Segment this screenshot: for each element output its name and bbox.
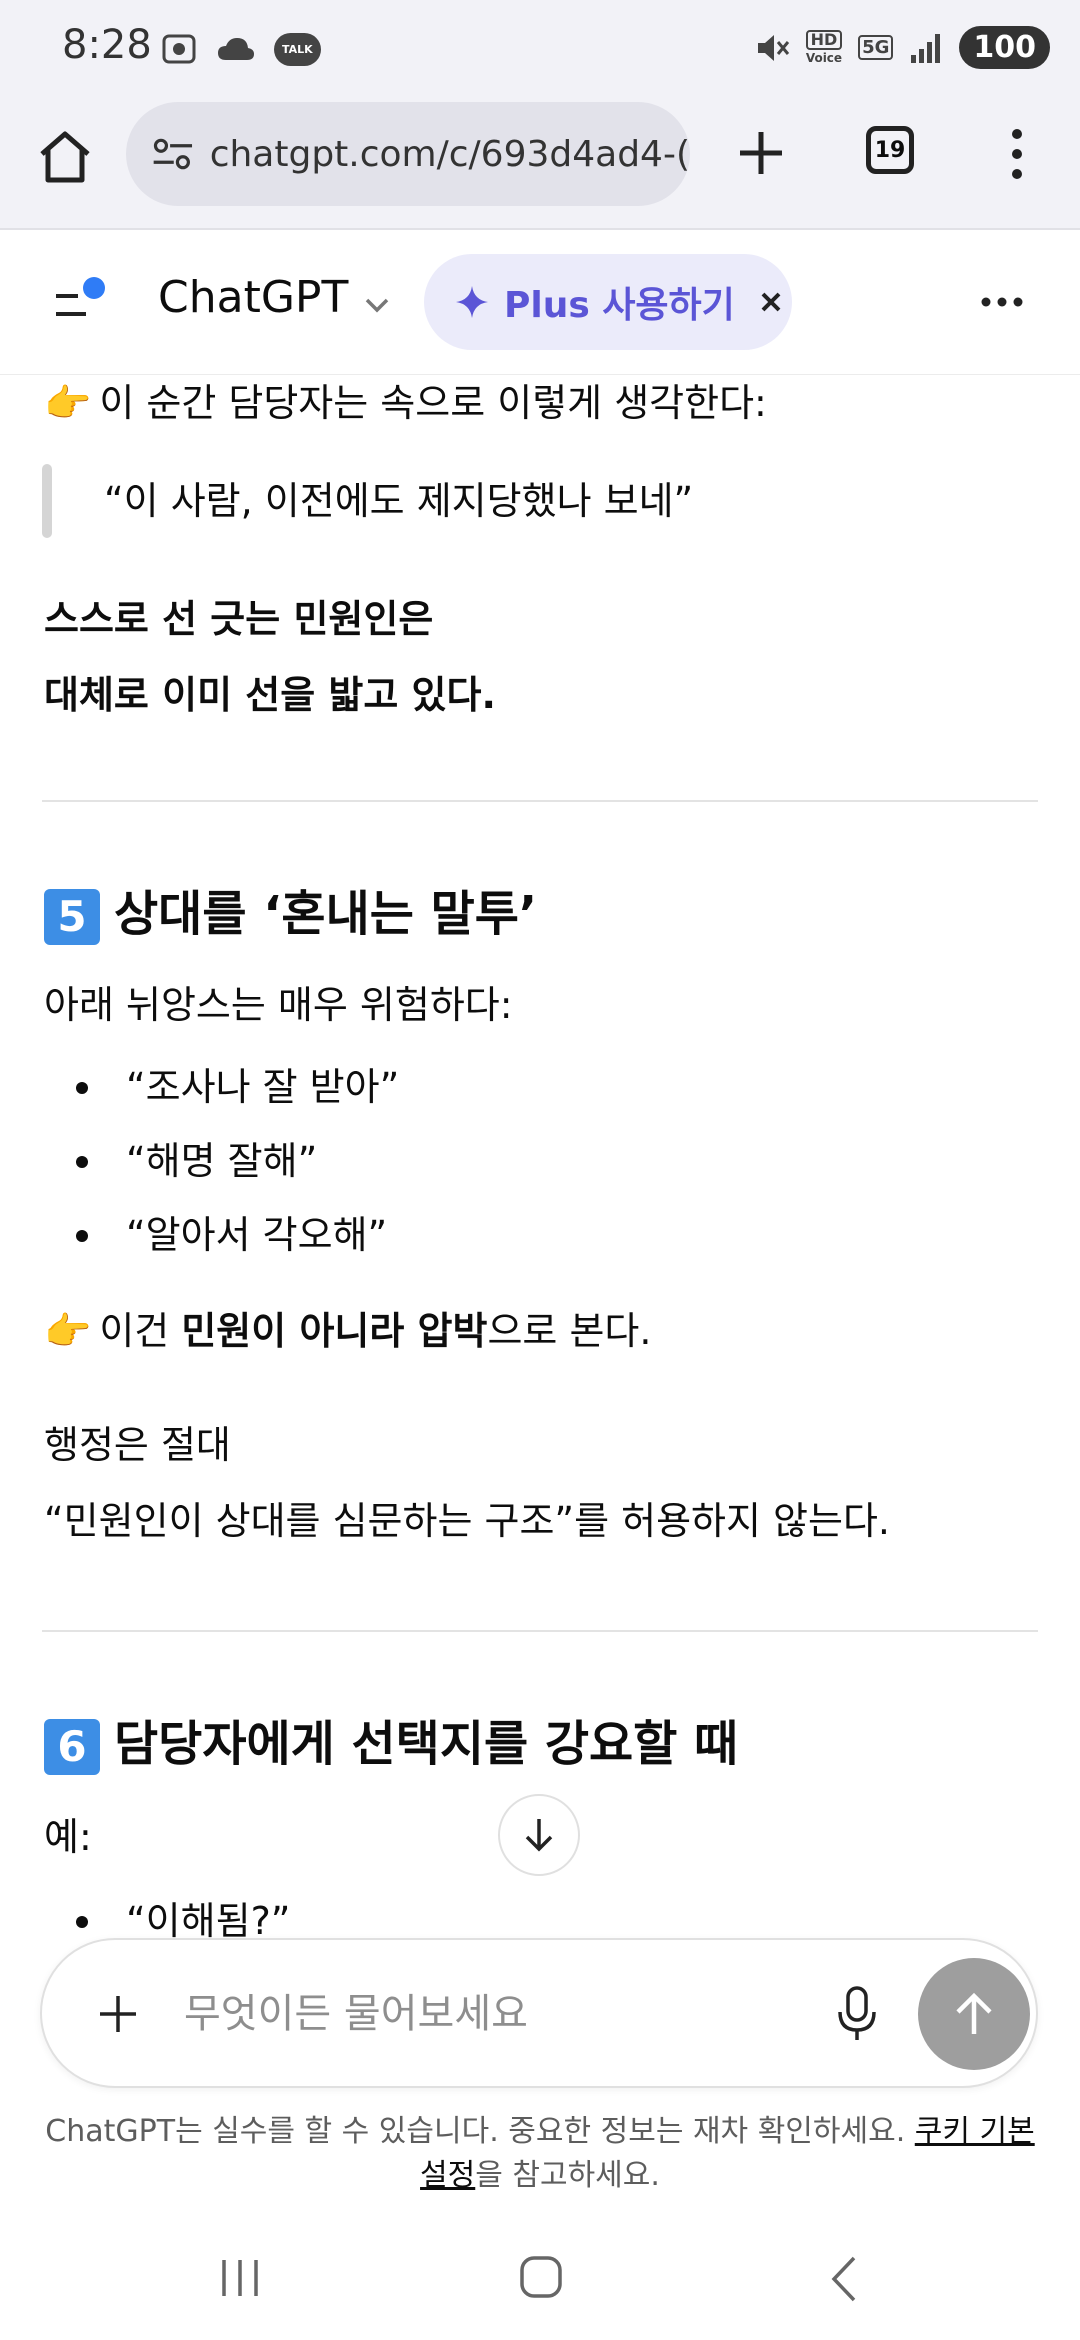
- status-time: 8:28: [62, 22, 152, 68]
- signal-icon: [911, 33, 941, 63]
- pointing-hand-icon: 👉: [44, 1309, 92, 1353]
- send-button[interactable]: [918, 1958, 1030, 2070]
- battery-indicator: 100: [959, 26, 1050, 69]
- status-icons-left: TALK: [160, 30, 321, 68]
- list-item: “이해됨?”: [126, 1899, 291, 1940]
- app-header: ChatGPT Plus 사용하기: [0, 230, 1080, 375]
- status-bar: 8:28 TALK HD Voice 5G 100: [0, 0, 1080, 100]
- arrow-down-icon: [525, 1819, 553, 1852]
- paragraph: “민원인이 상대를 심문하는 구조”를 허용하지 않는다.: [44, 1499, 891, 1543]
- section-heading-6: 6 담당자에게 선택지를 강요할 때: [44, 1704, 738, 1775]
- message-input[interactable]: [182, 1978, 836, 2050]
- paragraph: 행정은 절대: [44, 1423, 231, 1467]
- mute-icon: [757, 34, 789, 61]
- browser-toolbar: chatgpt.com/c/693d4ad4-( 19: [0, 100, 1080, 230]
- upgrade-plus-label: Plus 사용하기: [504, 285, 735, 326]
- new-tab-icon[interactable]: [730, 122, 792, 184]
- hd-voice-icon: HD Voice: [805, 29, 843, 65]
- keycap-number-badge: 6: [44, 1719, 100, 1775]
- list-item: “해명 잘해”: [126, 1139, 318, 1183]
- sparkle-icon: [456, 286, 488, 318]
- screenshot-icon: [162, 34, 196, 64]
- overflow-menu-icon[interactable]: [1000, 124, 1034, 184]
- back-icon[interactable]: [828, 2254, 858, 2304]
- arrow-up-icon: [956, 1992, 992, 2034]
- tab-switcher-button[interactable]: 19: [866, 126, 914, 174]
- bullet-dot: [76, 1916, 88, 1928]
- quote-bar: [42, 464, 52, 538]
- home-nav-icon[interactable]: [518, 2254, 564, 2300]
- bold-paragraph: 스스로 선 긋는 민원인은: [44, 597, 434, 641]
- url-text: chatgpt.com/c/693d4ad4-(: [209, 133, 690, 175]
- divider: [42, 1630, 1038, 1632]
- divider: [42, 800, 1038, 802]
- address-bar[interactable]: chatgpt.com/c/693d4ad4-(: [126, 102, 690, 206]
- bullet-dot: [76, 1082, 88, 1094]
- list-item: “조사나 잘 받아”: [126, 1065, 400, 1109]
- recent-apps-icon[interactable]: [218, 2256, 262, 2300]
- close-icon[interactable]: [757, 288, 785, 316]
- microphone-icon[interactable]: [834, 1984, 880, 2044]
- sidebar-toggle-icon[interactable]: [54, 274, 110, 330]
- bullet-dot: [76, 1230, 88, 1242]
- system-navigation-bar: [0, 2210, 1080, 2340]
- scroll-to-bottom-button[interactable]: [498, 1794, 580, 1876]
- blockquote: “이 사람, 이전에도 제지당했나 보네”: [104, 479, 694, 523]
- keycap-number-badge: 5: [44, 889, 100, 945]
- status-icons-right: HD Voice 5G 100: [754, 26, 1050, 69]
- pointing-hand-icon: 👉: [44, 381, 92, 425]
- disclaimer-text: ChatGPT는 실수를 할 수 있습니다. 중요한 정보는 재차 확인하세요.…: [45, 2114, 1035, 2193]
- talk-badge-icon: TALK: [274, 32, 321, 66]
- list-item: “알아서 각오해”: [126, 1213, 388, 1257]
- message-composer: [40, 1938, 1038, 2088]
- model-selector-title[interactable]: ChatGPT: [158, 272, 348, 323]
- assistant-message: 👉 이 순간 담당자는 속으로 이렇게 생각한다: “이 사람, 이전에도 제지당…: [0, 374, 1080, 1940]
- site-settings-icon[interactable]: [150, 134, 196, 174]
- section-heading-5: 5 상대를 ‘혼내는 말투’: [44, 874, 537, 945]
- paragraph: 아래 뉘앙스는 매우 위험하다:: [44, 983, 513, 1027]
- paragraph: 예:: [44, 1815, 92, 1859]
- more-options-icon[interactable]: [980, 286, 1024, 318]
- bullet-dot: [76, 1156, 88, 1168]
- cloud-icon: [218, 38, 254, 60]
- bold-paragraph: 대체로 이미 선을 밟고 있다.: [44, 673, 496, 717]
- attach-plus-icon[interactable]: [90, 1986, 146, 2042]
- network-5g-icon: 5G: [858, 35, 894, 60]
- paragraph: 👉 이건 민원이 아니라 압박으로 본다.: [44, 1309, 652, 1353]
- home-icon[interactable]: [34, 126, 96, 188]
- upgrade-plus-button[interactable]: Plus 사용하기: [424, 254, 792, 350]
- paragraph: 👉 이 순간 담당자는 속으로 이렇게 생각한다:: [44, 381, 767, 425]
- chevron-down-icon[interactable]: [362, 290, 392, 320]
